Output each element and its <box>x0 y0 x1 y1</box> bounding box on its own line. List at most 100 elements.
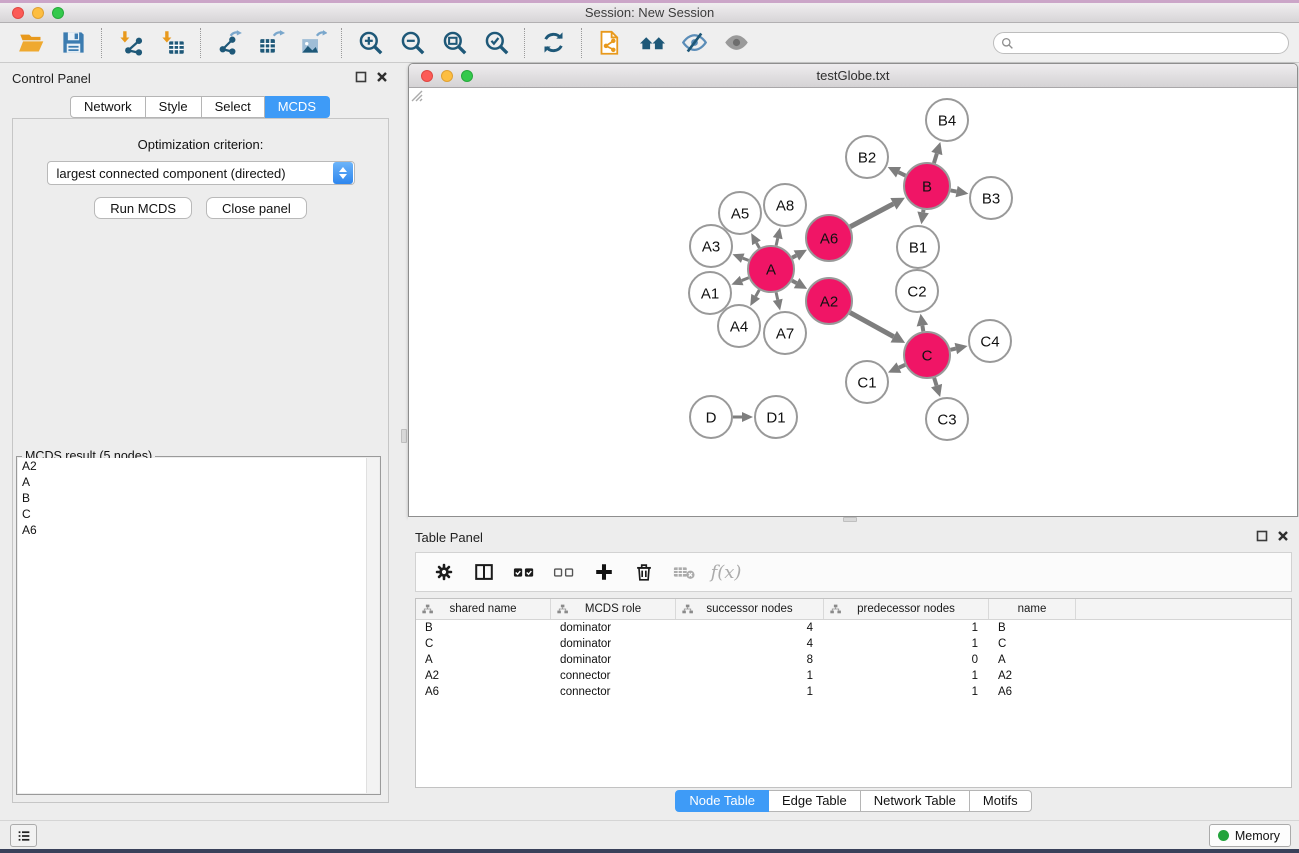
graph-node-C2[interactable]: C2 <box>896 270 938 312</box>
graph-edge-A-A2[interactable] <box>792 281 797 284</box>
table-row[interactable]: Cdominator41C <box>416 636 1291 652</box>
graph-edge-A2-C[interactable] <box>850 313 894 337</box>
zoom-selected-button[interactable] <box>475 26 517 60</box>
save-session-button[interactable] <box>52 26 94 60</box>
graph-node-C[interactable]: C <box>904 332 950 378</box>
result-list-item[interactable]: A6 <box>18 522 379 538</box>
splitter-handle[interactable] <box>401 429 407 443</box>
graph-edge-C-C1[interactable] <box>899 365 905 368</box>
graph-edge-B-B4[interactable] <box>934 153 937 163</box>
graph-edge-A-A8[interactable] <box>776 238 778 245</box>
graph-edge-A-A1[interactable] <box>742 278 749 281</box>
graph-node-B3[interactable]: B3 <box>970 177 1012 219</box>
table-row[interactable]: Bdominator41B <box>416 620 1291 636</box>
deselect-all-button[interactable] <box>546 556 582 588</box>
graph-edge-A-A6[interactable] <box>792 255 796 257</box>
search-input[interactable] <box>1018 34 1288 52</box>
graph-node-B2[interactable]: B2 <box>846 136 888 178</box>
add-column-button[interactable] <box>586 556 622 588</box>
table-row[interactable]: Adominator80A <box>416 652 1291 668</box>
float-table-panel-button[interactable] <box>1255 530 1268 543</box>
split-view-button[interactable] <box>466 556 502 588</box>
open-session-button[interactable] <box>10 26 52 60</box>
tab-select[interactable]: Select <box>202 96 265 118</box>
memory-button[interactable]: Memory <box>1209 824 1291 847</box>
graph-node-A4[interactable]: A4 <box>718 305 760 347</box>
graph-node-A[interactable]: A <box>748 246 794 292</box>
column-header-predecessor-nodes[interactable]: predecessor nodes <box>824 599 989 619</box>
graph-node-A2[interactable]: A2 <box>806 278 852 324</box>
graph-node-A5[interactable]: A5 <box>719 192 761 234</box>
tab-network[interactable]: Network <box>70 96 146 118</box>
network-graph[interactable]: B4 B2 B B3 A8A5 A6 A3 B1 A A1 C2 A2 A4A7 C C4 C1 C3 D D1 <box>409 88 1297 516</box>
table-settings-button[interactable] <box>426 556 462 588</box>
result-list-item[interactable]: A <box>18 474 379 490</box>
graph-node-D[interactable]: D <box>690 396 732 438</box>
graph-edge-A-A4[interactable] <box>756 290 760 296</box>
graph-node-A7[interactable]: A7 <box>764 312 806 354</box>
refresh-view-button[interactable] <box>532 26 574 60</box>
graph-node-C4[interactable]: C4 <box>969 320 1011 362</box>
show-all-button[interactable] <box>715 26 757 60</box>
table-row[interactable]: A6connector11A6 <box>416 684 1291 700</box>
graph-edge-A-A7[interactable] <box>776 292 778 299</box>
delete-table-button[interactable] <box>666 556 702 588</box>
graph-node-A6[interactable]: A6 <box>806 215 852 261</box>
network-from-document-button[interactable] <box>589 26 631 60</box>
function-builder-button[interactable]: f(x) <box>706 556 742 588</box>
tab-edge-table[interactable]: Edge Table <box>769 790 861 812</box>
tab-network-table[interactable]: Network Table <box>861 790 970 812</box>
home-view-button[interactable] <box>631 26 673 60</box>
run-mcds-button[interactable]: Run MCDS <box>94 197 192 219</box>
graph-node-B4[interactable]: B4 <box>926 99 968 141</box>
vertical-splitter[interactable] <box>400 63 408 820</box>
import-table-button[interactable] <box>151 26 193 60</box>
resize-grip[interactable] <box>409 88 423 102</box>
export-image-button[interactable] <box>292 26 334 60</box>
graph-node-A1[interactable]: A1 <box>689 272 731 314</box>
graph-edge-C-C3[interactable] <box>934 378 936 386</box>
import-network-button[interactable] <box>109 26 151 60</box>
result-list-item[interactable]: C <box>18 506 379 522</box>
float-panel-button[interactable] <box>354 71 367 84</box>
graph-node-C1[interactable]: C1 <box>846 361 888 403</box>
graph-edge-C-C2[interactable] <box>922 326 923 332</box>
graph-node-D1[interactable]: D1 <box>755 396 797 438</box>
mcds-result-list[interactable]: A2ABCA6 <box>18 458 379 793</box>
graph-edge-B-B2[interactable] <box>899 172 906 175</box>
graph-edge-C-C4[interactable] <box>950 349 955 350</box>
column-header-name[interactable]: name <box>989 599 1076 619</box>
close-panel-action-button[interactable]: Close panel <box>206 197 307 219</box>
close-table-panel-button[interactable] <box>1276 530 1289 543</box>
graph-edge-A-A3[interactable] <box>743 258 749 260</box>
tab-node-table[interactable]: Node Table <box>675 790 769 812</box>
export-table-button[interactable] <box>250 26 292 60</box>
graph-edge-A6-B[interactable] <box>850 204 893 227</box>
delete-column-button[interactable] <box>626 556 662 588</box>
column-header-MCDS-role[interactable]: MCDS role <box>551 599 676 619</box>
network-canvas[interactable]: B4 B2 B B3 A8A5 A6 A3 B1 A A1 C2 A2 A4A7 C C4 C1 C3 D D1 <box>409 88 1297 516</box>
graph-edge-B-B3[interactable] <box>951 190 957 191</box>
criterion-dropdown[interactable]: largest connected component (directed) <box>47 161 355 185</box>
graph-node-A8[interactable]: A8 <box>764 184 806 226</box>
table-row[interactable]: A2connector11A2 <box>416 668 1291 684</box>
tab-mcds[interactable]: MCDS <box>265 96 330 118</box>
tab-style[interactable]: Style <box>146 96 202 118</box>
export-network-button[interactable] <box>208 26 250 60</box>
select-all-button[interactable] <box>506 556 542 588</box>
zoom-fit-button[interactable] <box>433 26 475 60</box>
zoom-out-button[interactable] <box>391 26 433 60</box>
close-panel-button[interactable] <box>375 71 388 84</box>
column-header-successor-nodes[interactable]: successor nodes <box>676 599 824 619</box>
graph-edge-A-A5[interactable] <box>756 243 759 248</box>
tab-motifs[interactable]: Motifs <box>970 790 1032 812</box>
graph-node-B1[interactable]: B1 <box>897 226 939 268</box>
graph-node-B[interactable]: B <box>904 163 950 209</box>
task-history-button[interactable] <box>10 824 37 847</box>
graph-node-A3[interactable]: A3 <box>690 225 732 267</box>
graph-node-C3[interactable]: C3 <box>926 398 968 440</box>
result-list-item[interactable]: B <box>18 490 379 506</box>
hide-selected-button[interactable] <box>673 26 715 60</box>
column-header-shared-name[interactable]: shared name <box>416 599 551 619</box>
result-list-scrollbar[interactable] <box>366 458 379 793</box>
